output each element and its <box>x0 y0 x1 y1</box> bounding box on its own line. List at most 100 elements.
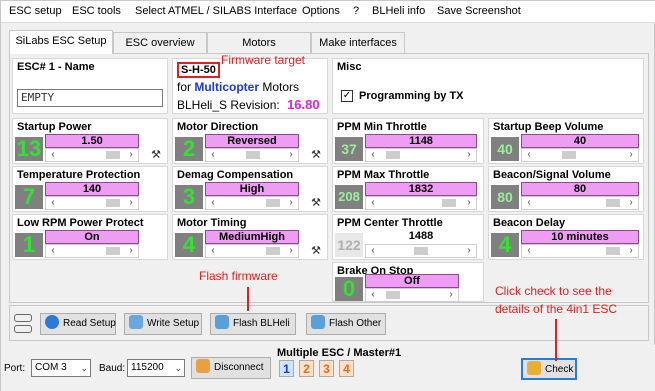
menu-help[interactable]: ? <box>353 5 359 17</box>
low-rpm-panel: Low RPM Power Protect 1 On ‹ › <box>12 214 168 260</box>
ppm-min-panel: PPM Min Throttle 37 1148 ‹ › <box>332 118 484 164</box>
ppm-min-slider[interactable]: ‹ › <box>365 148 477 162</box>
check-arrow <box>555 319 557 361</box>
menu-esc-setup[interactable]: ESC setup <box>9 5 62 17</box>
menu-select-interface[interactable]: Select ATMEL / SILABS Interface <box>135 5 297 17</box>
motor-timing-value: MediumHigh <box>205 230 299 244</box>
beacon-volume-value: 80 <box>521 182 639 196</box>
ppm-center-value: 1488 <box>408 230 434 242</box>
demag-slider[interactable]: ‹ › <box>205 196 299 210</box>
baud-select[interactable]: 115200 ⌄ <box>127 359 185 377</box>
firmware-revision-line: BLHeli_S Revision: 16.80 <box>177 97 320 112</box>
tool-icon[interactable]: ⚒ <box>149 148 163 162</box>
motor-timing-slider[interactable]: ‹ › <box>205 244 299 258</box>
menu-bar: ESC setup ESC tools Select ATMEL / SILAB… <box>1 1 655 23</box>
tab-motors[interactable]: Motors <box>207 32 311 53</box>
ppm-max-num: 208 <box>335 185 363 209</box>
menu-esc-tools[interactable]: ESC tools <box>72 5 121 17</box>
port-select[interactable]: COM 3 ⌄ <box>31 359 91 377</box>
demag-value: High <box>205 182 299 196</box>
read-setup-button[interactable]: Read Setup <box>40 313 116 335</box>
esc-1-button[interactable]: 1 <box>279 360 294 377</box>
ppm-min-title: PPM Min Throttle <box>337 121 427 133</box>
tab-make-interfaces[interactable]: Make interfaces <box>311 32 405 53</box>
multiple-esc-label: Multiple ESC / Master#1 <box>277 347 402 359</box>
brake-on-stop-slider[interactable]: ‹ › <box>365 288 459 302</box>
low-rpm-num: 1 <box>15 233 43 257</box>
brake-on-stop-num: 0 <box>335 277 363 301</box>
startup-power-slider[interactable]: ‹ › <box>45 148 139 162</box>
flash-icon <box>215 315 229 329</box>
beacon-volume-panel: Beacon/Signal Volume 80 80 ‹ › <box>488 166 644 212</box>
check-annotation-line1: Click check to see the <box>495 284 612 298</box>
baud-label: Baud: <box>99 363 126 374</box>
firmware-target-line: for Multicopter Motors <box>177 80 300 94</box>
flash-blheli-button[interactable]: Flash BLHeli <box>210 313 296 335</box>
write-setup-button[interactable]: Write Setup <box>124 313 202 335</box>
low-rpm-value: On <box>45 230 139 244</box>
brake-on-stop-panel: Brake On Stop 0 Off ‹ › <box>332 262 484 302</box>
misc-panel: Misc ✓ Programming by TX <box>332 58 644 114</box>
startup-beep-slider[interactable]: ‹ › <box>521 148 639 162</box>
check-button[interactable]: Check <box>521 358 577 380</box>
ppm-max-panel: PPM Max Throttle 208 1832 ‹ › <box>332 166 484 212</box>
low-rpm-title: Low RPM Power Protect <box>17 217 144 229</box>
esc-4-button[interactable]: 4 <box>339 360 354 377</box>
toggle-icon[interactable] <box>14 314 32 322</box>
temp-protection-slider[interactable]: ‹ › <box>45 196 139 210</box>
ppm-min-value: 1148 <box>365 134 477 148</box>
check-annotation-line2: details of the 4in1 ESC <box>495 302 618 316</box>
menu-blheli-info[interactable]: BLHeli info <box>372 5 425 17</box>
firmware-revision: 16.80 <box>287 97 320 112</box>
esc-name-input[interactable]: EMPTY <box>17 89 163 107</box>
ppm-center-slider[interactable]: ‹ › <box>365 244 477 258</box>
startup-power-panel: Startup Power 13 1.50 ‹ › ⚒ <box>12 118 168 164</box>
beacon-delay-title: Beacon Delay <box>493 217 566 229</box>
esc-name-title: ESC# 1 - Name <box>17 61 95 73</box>
motor-timing-num: 4 <box>175 233 203 257</box>
ppm-max-slider[interactable]: ‹ › <box>365 196 477 210</box>
programming-by-tx-label: Programming by TX <box>359 90 464 102</box>
firmware-type: Multicopter <box>194 80 260 94</box>
motor-direction-title: Motor Direction <box>177 121 259 133</box>
motor-direction-slider[interactable]: ‹ › <box>205 148 299 162</box>
programming-by-tx-checkbox[interactable]: ✓ <box>341 90 353 102</box>
toggle-icon[interactable] <box>14 325 32 333</box>
tool-icon[interactable]: ⚒ <box>309 244 323 258</box>
demag-num: 3 <box>175 185 203 209</box>
beacon-volume-num: 80 <box>491 185 519 209</box>
check-icon <box>527 361 541 375</box>
ppm-max-value: 1832 <box>365 182 477 196</box>
beacon-delay-slider[interactable]: ‹ › <box>521 244 639 258</box>
motor-direction-panel: Motor Direction 2 Reversed ‹ › ⚒ <box>172 118 328 164</box>
port-label: Port: <box>4 363 26 374</box>
refresh-icon <box>45 315 59 329</box>
disconnect-button[interactable]: Disconnect <box>191 357 271 379</box>
tab-esc-overview[interactable]: ESC overview <box>113 32 207 53</box>
tool-icon[interactable]: ⚒ <box>309 196 323 210</box>
beacon-delay-num: 4 <box>491 233 519 257</box>
menu-save-screenshot[interactable]: Save Screenshot <box>437 5 521 17</box>
startup-power-title: Startup Power <box>17 121 92 133</box>
startup-beep-num: 40 <box>491 137 519 161</box>
flash-other-button[interactable]: Flash Other <box>306 313 386 335</box>
low-rpm-slider[interactable]: ‹ › <box>45 244 139 258</box>
firmware-code: S-H-50 <box>177 62 220 78</box>
menu-options[interactable]: Options <box>302 5 340 17</box>
tool-icon[interactable]: ⚒ <box>309 148 323 162</box>
tab-silabs-esc-setup[interactable]: SiLabs ESC Setup <box>9 30 113 54</box>
beacon-volume-title: Beacon/Signal Volume <box>493 169 611 181</box>
misc-title: Misc <box>337 61 362 73</box>
blheli-suite-window: ESC setup ESC tools Select ATMEL / SILAB… <box>0 0 655 391</box>
temp-protection-panel: Temperature Protection 7 140 ‹ › <box>12 166 168 212</box>
beacon-delay-panel: Beacon Delay 4 10 minutes ‹ › <box>488 214 644 260</box>
plug-icon <box>196 359 210 373</box>
esc-3-button[interactable]: 3 <box>319 360 334 377</box>
beacon-volume-slider[interactable]: ‹ › <box>521 196 639 210</box>
flash-arrow <box>247 287 249 311</box>
startup-beep-panel: Startup Beep Volume 40 40 ‹ › <box>488 118 644 164</box>
write-icon <box>129 315 143 329</box>
ppm-max-title: PPM Max Throttle <box>337 169 430 181</box>
esc-2-button[interactable]: 2 <box>299 360 314 377</box>
ppm-center-title: PPM Center Throttle <box>337 217 443 229</box>
